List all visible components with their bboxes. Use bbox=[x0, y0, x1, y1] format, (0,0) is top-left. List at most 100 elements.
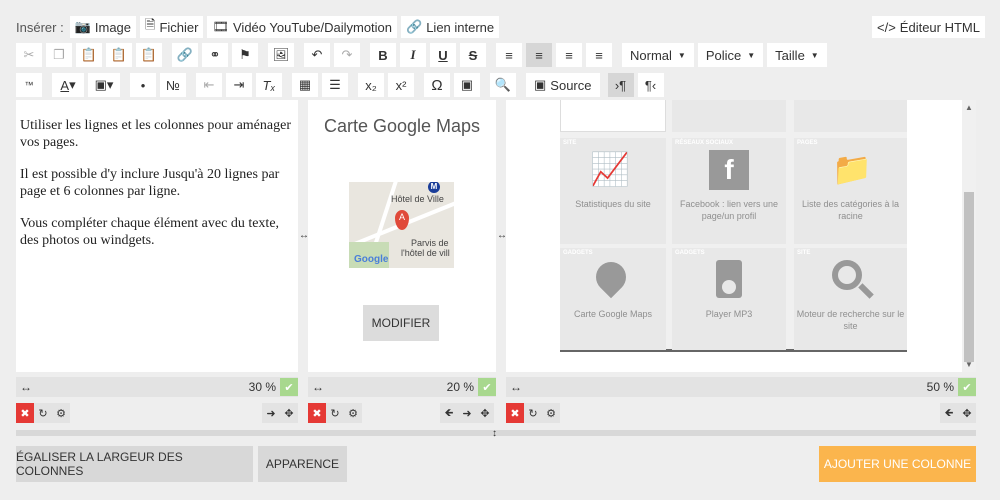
insert-toolbar: Insérer : 📷 Image 🗎 Fichier 🎞 Vidéo YouTube… bbox=[10, 16, 503, 38]
column-1-width-bar[interactable]: ↔ 30 % ✔ bbox=[16, 377, 298, 397]
move-icon[interactable]: ✥ bbox=[958, 403, 976, 423]
delete-icon[interactable]: ✖ bbox=[506, 403, 524, 423]
gear-icon[interactable]: ⚙ bbox=[542, 403, 560, 423]
scroll-up-icon[interactable]: ▲ bbox=[965, 103, 973, 112]
html-editor-button[interactable]: </> Éditeur HTML bbox=[872, 16, 985, 38]
subscript-icon[interactable]: x₂ bbox=[358, 73, 384, 97]
clear-format-icon[interactable]: Tₓ bbox=[256, 73, 282, 97]
facebook-icon: f bbox=[709, 150, 749, 190]
align-center-icon[interactable]: ≡ bbox=[526, 43, 552, 67]
map-thumbnail[interactable]: Hôtel de Ville M A Parvis de l'hôtel de … bbox=[349, 182, 454, 268]
reset-icon[interactable]: ↻ bbox=[326, 403, 344, 423]
text-color-icon[interactable]: A ▾ bbox=[52, 73, 84, 97]
gear-icon[interactable]: ⚙ bbox=[344, 403, 362, 423]
spellcheck-icon[interactable]: ™ bbox=[16, 73, 42, 97]
vertical-resize-icon[interactable]: ↕ bbox=[492, 428, 497, 439]
indent-icon[interactable]: ⇥ bbox=[226, 73, 252, 97]
resize-arrows-icon: ↔ bbox=[510, 380, 522, 394]
tools-toolbar: ™ A ▾ ▣▾ • № ⇤ ⇥ Tₓ ▦ ☰ x₂ x² Ω ▣ 🔍 ▣ Sour… bbox=[16, 73, 668, 97]
mp3-player-wheel bbox=[722, 280, 736, 294]
column-1-width: 30 % bbox=[248, 380, 276, 394]
font-select[interactable]: Police ▼ bbox=[697, 43, 764, 67]
equalize-columns-button[interactable]: ÉGALISER LA LARGEUR DES COLONNES bbox=[16, 446, 253, 482]
link-icon: 🔗 bbox=[406, 19, 423, 34]
delete-icon[interactable]: ✖ bbox=[308, 403, 326, 423]
add-column-button[interactable]: AJOUTER UNE COLONNE bbox=[819, 446, 976, 482]
modify-button[interactable]: MODIFIER bbox=[363, 305, 439, 341]
bold-icon[interactable]: B bbox=[370, 43, 396, 67]
align-right-icon[interactable]: ≡ bbox=[556, 43, 582, 67]
unlink-icon[interactable]: ⚭ bbox=[202, 43, 228, 67]
insert-file-button[interactable]: 🗎 Fichier bbox=[140, 16, 204, 38]
gear-icon[interactable]: ⚙ bbox=[52, 403, 70, 423]
insert-video-button[interactable]: 🎞 Vidéo YouTube/Dailymotion bbox=[207, 16, 398, 38]
column-3-width-bar[interactable]: ↔ 50 % ✔ bbox=[506, 377, 976, 397]
anchor-flag-icon[interactable]: ⚑ bbox=[232, 43, 258, 67]
column-1-controls: ✖ ↻ ⚙ bbox=[16, 403, 70, 423]
widget-screenshot: SITE 📈 Statistiques du site RÉSEAUX SOCI… bbox=[560, 100, 907, 352]
superscript-icon[interactable]: x² bbox=[388, 73, 414, 97]
outdent-icon[interactable]: ⇤ bbox=[196, 73, 222, 97]
caret-down-icon: ▼ bbox=[747, 50, 756, 60]
widget-tile bbox=[560, 100, 666, 132]
column-2-width-bar[interactable]: ↔ 20 % ✔ bbox=[308, 377, 496, 397]
check-icon[interactable]: ✔ bbox=[958, 378, 976, 396]
check-icon[interactable]: ✔ bbox=[280, 378, 298, 396]
special-char-icon[interactable]: Ω bbox=[424, 73, 450, 97]
paste-word-icon[interactable]: 📋 bbox=[136, 43, 162, 67]
undo-icon[interactable]: ↶ bbox=[304, 43, 330, 67]
horizontal-line-icon[interactable]: ☰ bbox=[322, 73, 348, 97]
film-icon: 🎞 bbox=[212, 19, 229, 34]
cut-icon[interactable]: ✂ bbox=[16, 43, 42, 67]
iframe-icon[interactable]: ▣ bbox=[454, 73, 480, 97]
underline-icon[interactable]: U bbox=[430, 43, 456, 67]
ltr-icon[interactable]: ›¶ bbox=[607, 73, 634, 97]
rtl-icon[interactable]: ¶‹ bbox=[637, 73, 664, 97]
source-button[interactable]: ▣ Source bbox=[526, 73, 600, 97]
widget-tile-search: SITE Moteur de recherche sur le site bbox=[794, 248, 907, 350]
move-icon[interactable]: ✥ bbox=[280, 403, 298, 423]
paste-icon[interactable]: 📋 bbox=[76, 43, 102, 67]
column-3-move: 🡸 ✥ bbox=[940, 403, 976, 423]
delete-icon[interactable]: ✖ bbox=[16, 403, 34, 423]
scroll-down-icon[interactable]: ▼ bbox=[965, 360, 973, 369]
move-icon[interactable]: ✥ bbox=[476, 403, 494, 423]
arrow-left-icon[interactable]: 🡸 bbox=[440, 403, 458, 423]
image-icon[interactable]: 🖼 bbox=[268, 43, 294, 67]
align-left-icon[interactable]: ≡ bbox=[496, 43, 522, 67]
column-2-width: 20 % bbox=[446, 380, 474, 394]
check-icon[interactable]: ✔ bbox=[478, 378, 496, 396]
size-select[interactable]: Taille ▼ bbox=[767, 43, 827, 67]
italic-icon[interactable]: I bbox=[400, 43, 426, 67]
code-icon: </> bbox=[877, 19, 896, 35]
format-select[interactable]: Normal ▼ bbox=[622, 43, 694, 67]
table-icon[interactable]: ▦ bbox=[292, 73, 318, 97]
arrow-left-icon[interactable]: 🡸 bbox=[940, 403, 958, 423]
arrow-right-icon[interactable]: ➜ bbox=[262, 403, 280, 423]
paste-text-icon[interactable]: 📋 bbox=[106, 43, 132, 67]
column-3-width: 50 % bbox=[926, 380, 954, 394]
numbered-list-icon[interactable]: № bbox=[160, 73, 186, 97]
widget-tile-stats: SITE 📈 Statistiques du site bbox=[560, 138, 666, 244]
reset-icon[interactable]: ↻ bbox=[524, 403, 542, 423]
vertical-scrollbar[interactable]: ▲ ▼ bbox=[962, 100, 976, 372]
find-icon[interactable]: 🔍 bbox=[490, 73, 516, 97]
strikethrough-icon[interactable]: S bbox=[460, 43, 486, 67]
camera-icon: 📷 bbox=[74, 19, 91, 34]
copy-icon[interactable]: ❐ bbox=[46, 43, 72, 67]
reset-icon[interactable]: ↻ bbox=[34, 403, 52, 423]
map-label: l'hôtel de vill bbox=[401, 248, 450, 258]
appearance-button[interactable]: APPARENCE bbox=[258, 446, 347, 482]
column-1-move: ➜ ✥ bbox=[262, 403, 298, 423]
scrollbar-thumb[interactable] bbox=[964, 192, 974, 362]
justify-icon[interactable]: ≡ bbox=[586, 43, 612, 67]
column-2: Carte Google Maps Hôtel de Ville M A Par… bbox=[308, 100, 496, 372]
insert-image-button[interactable]: 📷 Image bbox=[69, 16, 137, 38]
insert-link-button[interactable]: 🔗 Lien interne bbox=[401, 16, 500, 38]
redo-icon[interactable]: ↷ bbox=[334, 43, 360, 67]
background-color-icon[interactable]: ▣▾ bbox=[88, 73, 120, 97]
arrow-right-icon[interactable]: ➜ bbox=[458, 403, 476, 423]
map-widget-title: Carte Google Maps bbox=[323, 116, 481, 136]
bulleted-list-icon[interactable]: • bbox=[130, 73, 156, 97]
link-icon[interactable]: 🔗 bbox=[172, 43, 198, 67]
